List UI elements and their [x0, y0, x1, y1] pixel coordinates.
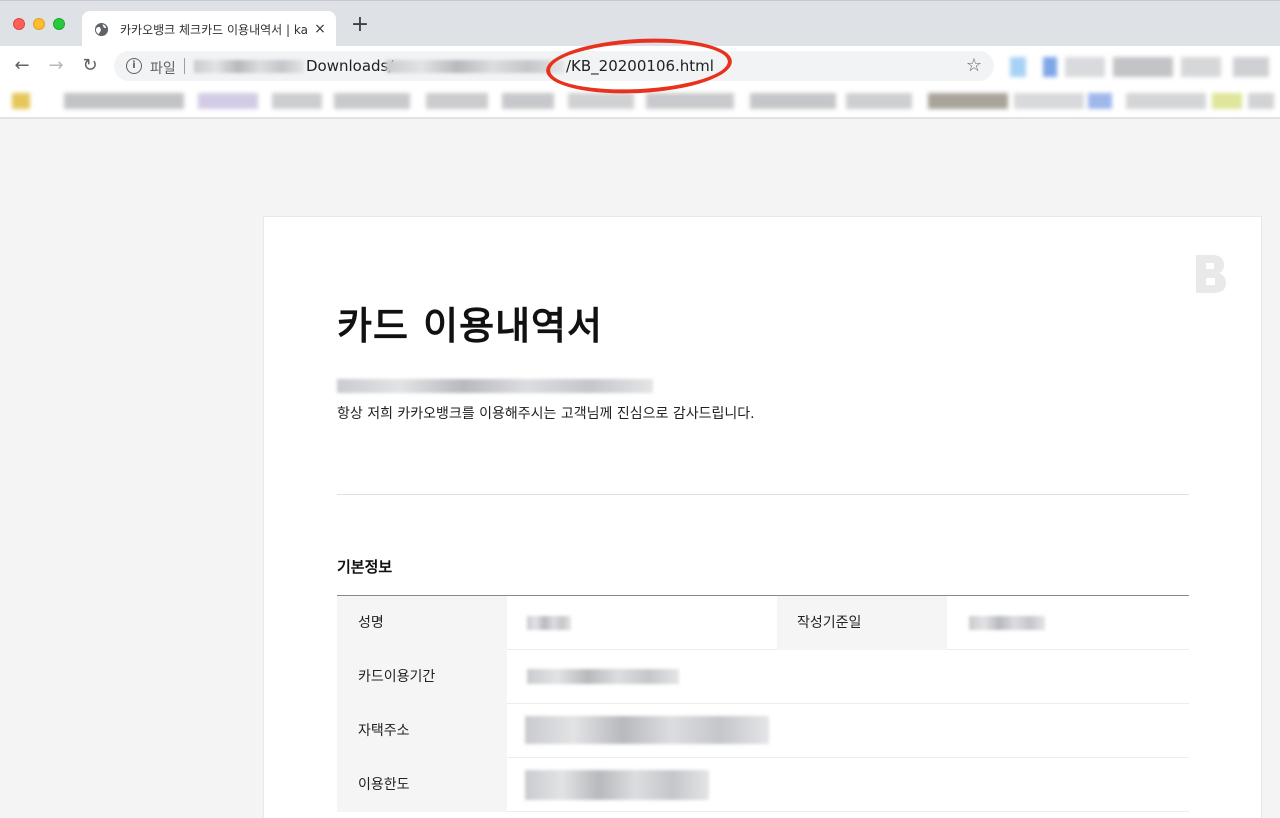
profile-icon[interactable] — [1233, 57, 1269, 77]
page-title: 카드 이용내역서 — [337, 304, 603, 348]
table-row: 성명 작성기준일 — [337, 596, 1189, 650]
address-separator — [184, 58, 185, 74]
card-period-label: 카드이용기간 — [337, 650, 507, 704]
bookmark-item[interactable] — [928, 93, 1008, 109]
globe-icon — [94, 22, 109, 37]
bookmark-item[interactable] — [1248, 93, 1274, 109]
bookmark-item[interactable] — [568, 93, 634, 109]
bookmark-item[interactable] — [502, 93, 554, 109]
bookmark-item[interactable] — [12, 93, 30, 109]
site-info-icon[interactable]: i — [126, 58, 142, 74]
name-label: 성명 — [337, 596, 507, 650]
close-window-button[interactable] — [13, 18, 25, 30]
tab-title: 카카오뱅크 체크카드 이용내역서 | ka — [120, 23, 308, 37]
table-row: 카드이용기간 — [337, 650, 1189, 704]
bookmark-item[interactable] — [426, 93, 488, 109]
chrome-divider — [0, 117, 1280, 119]
extension-icon[interactable] — [1043, 57, 1057, 77]
extensions-area — [1005, 52, 1275, 82]
address-label: 자택주소 — [337, 704, 507, 758]
browser-tab[interactable]: 카카오뱅크 체크카드 이용내역서 | ka × — [82, 11, 336, 47]
bookmark-item[interactable] — [64, 93, 184, 109]
extension-icon[interactable] — [1181, 57, 1221, 77]
section-title: 기본정보 — [337, 558, 393, 576]
new-tab-button[interactable]: + — [350, 14, 370, 36]
bookmark-item[interactable] — [846, 93, 912, 109]
bookmark-item[interactable] — [334, 93, 410, 109]
bookmark-item[interactable] — [272, 93, 322, 109]
customer-name-redacted — [337, 379, 653, 393]
statement-document: 카드 이용내역서 항상 저희 카카오뱅크를 이용해주시는 고객님께 진심으로 감… — [263, 216, 1262, 818]
extension-icon[interactable] — [1113, 57, 1173, 77]
close-tab-icon[interactable]: × — [312, 21, 328, 37]
url-downloads-segment: Downloads/ — [306, 57, 394, 75]
limit-label: 이용한도 — [337, 758, 507, 812]
maximize-window-button[interactable] — [53, 18, 65, 30]
created-date-value — [947, 596, 1189, 650]
name-value — [507, 596, 777, 650]
bookmark-star-icon[interactable]: ☆ — [966, 55, 982, 76]
section-divider — [337, 494, 1189, 495]
bookmark-item[interactable] — [198, 93, 258, 109]
extension-icon[interactable] — [1065, 57, 1105, 77]
forward-button[interactable]: → — [46, 56, 66, 76]
table-row: 이용한도 — [337, 758, 1189, 812]
greeting-text: 항상 저희 카카오뱅크를 이용해주시는 고객님께 진심으로 감사드립니다. — [337, 406, 755, 422]
address-value — [507, 704, 1189, 758]
extension-icon[interactable] — [1010, 57, 1026, 77]
back-button[interactable]: ← — [12, 56, 32, 76]
reload-button[interactable]: ↻ — [80, 56, 100, 76]
bookmark-item[interactable] — [646, 93, 734, 109]
kakaobank-logo-icon — [1196, 255, 1226, 293]
bookmark-item[interactable] — [1212, 93, 1242, 109]
basic-info-table: 성명 작성기준일 카드이용기간 자택주소 이용한도 — [337, 595, 1189, 812]
minimize-window-button[interactable] — [33, 18, 45, 30]
url-redacted-prefix — [194, 60, 304, 73]
bookmark-item[interactable] — [1126, 93, 1206, 109]
bookmark-item[interactable] — [1014, 93, 1084, 109]
card-period-value — [507, 650, 1189, 704]
url-redacted-middle — [386, 60, 564, 73]
table-row: 자택주소 — [337, 704, 1189, 758]
created-date-label: 작성기준일 — [777, 596, 947, 650]
url-scheme-label: 파일 — [150, 61, 176, 77]
bookmark-item[interactable] — [1088, 93, 1112, 109]
limit-value — [507, 758, 1189, 812]
bookmark-item[interactable] — [750, 93, 836, 109]
